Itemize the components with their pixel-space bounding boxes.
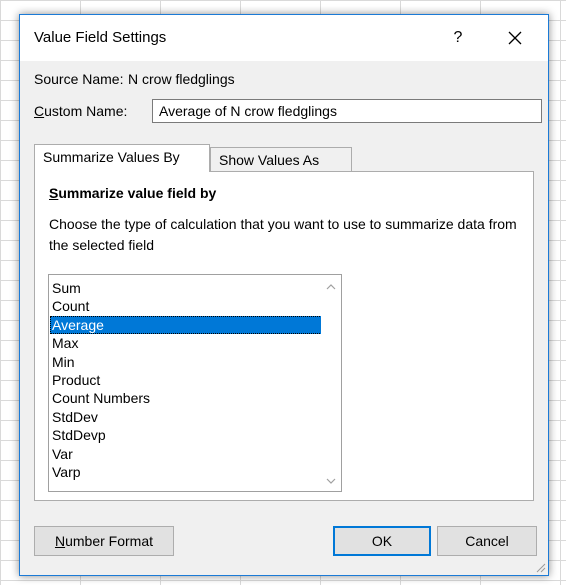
summarize-mnemonic: S <box>49 185 59 201</box>
cancel-button[interactable]: Cancel <box>437 526 537 556</box>
value-field-settings-dialog: Value Field Settings ? Source Name: N cr… <box>19 14 549 576</box>
source-name-label: Source Name: <box>34 71 124 87</box>
custom-name-label-text: ustom Name: <box>44 103 128 119</box>
calculation-option[interactable]: Product <box>50 371 322 389</box>
close-icon <box>508 31 522 45</box>
custom-name-mnemonic: C <box>34 103 45 119</box>
calculation-option[interactable]: Count Numbers <box>50 389 322 407</box>
scroll-down-icon[interactable] <box>325 475 337 487</box>
summarize-group-text: ummarize value field by <box>58 185 217 201</box>
calculation-option[interactable]: StdDev <box>50 408 322 426</box>
number-format-mnemonic: N <box>54 533 66 549</box>
custom-name-label: Custom Name: <box>34 103 127 119</box>
calculation-option[interactable]: Sum <box>50 279 322 297</box>
summarize-description: Choose the type of calculation that you … <box>49 216 517 253</box>
close-button[interactable] <box>496 23 534 53</box>
help-button[interactable]: ? <box>444 23 472 53</box>
number-format-button[interactable]: Number Format <box>34 526 174 556</box>
calculation-option[interactable]: Average <box>50 315 322 335</box>
listbox-scrollbar[interactable] <box>321 275 341 491</box>
custom-name-input[interactable] <box>152 99 542 123</box>
calculation-option[interactable]: Count <box>50 297 322 315</box>
scroll-up-icon[interactable] <box>325 281 337 293</box>
source-name-value: N crow fledglings <box>128 71 235 87</box>
calculation-list: Sum Count Average Max Min Product Count Number… <box>50 279 322 481</box>
ok-button[interactable]: OK <box>333 526 431 556</box>
tab-show-values-as[interactable]: Show Values As <box>210 147 352 173</box>
number-format-text: umber Format <box>65 533 154 549</box>
summarize-panel: Summarize value field by Choose the type… <box>34 171 534 501</box>
calculation-option[interactable]: Varp <box>50 463 322 481</box>
calculation-option[interactable]: Var <box>50 445 322 463</box>
calculation-option[interactable]: Max <box>50 334 322 352</box>
calculation-listbox[interactable]: Sum Count Average Max Min Product Count Number… <box>48 274 342 492</box>
resize-grip-icon[interactable] <box>536 563 546 573</box>
calculation-option[interactable]: StdDevp <box>50 426 322 444</box>
calculation-option[interactable]: Min <box>50 353 322 371</box>
tab-summarize-values-by[interactable]: Summarize Values By <box>34 144 210 172</box>
title-bar: Value Field Settings ? <box>20 15 548 61</box>
dialog-title: Value Field Settings <box>34 29 167 46</box>
summarize-group-label: Summarize value field by <box>49 185 216 201</box>
